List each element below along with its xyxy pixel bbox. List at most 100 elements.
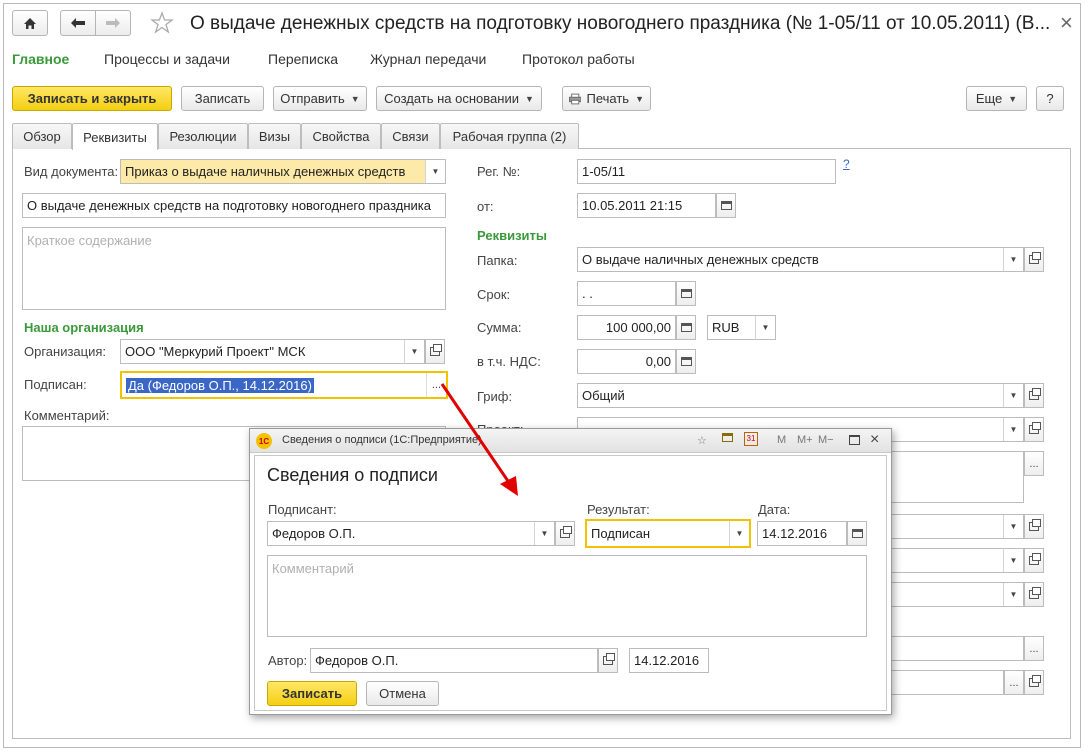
close-icon[interactable]: ×: [870, 431, 879, 449]
chevron-down-icon[interactable]: ▼: [1003, 384, 1023, 407]
reg-value: 1-05/11: [582, 164, 626, 179]
tab-requisites[interactable]: Реквизиты: [72, 123, 158, 150]
from-field[interactable]: 10.05.2011 21:15: [577, 193, 716, 218]
summary-textarea[interactable]: Краткое содержание: [22, 227, 446, 310]
forward-button[interactable]: [95, 10, 131, 36]
ellipsis-button[interactable]: ...: [1004, 670, 1024, 695]
chevron-down-icon[interactable]: ▼: [729, 521, 749, 546]
signer-value: Федоров О.П.: [272, 526, 356, 541]
maximize-icon[interactable]: [849, 435, 860, 445]
help-button[interactable]: ?: [1036, 86, 1064, 111]
memory-icon[interactable]: M: [777, 434, 786, 446]
deadline-field[interactable]: . .: [577, 281, 676, 306]
calculator-button[interactable]: [676, 349, 696, 374]
calendar-icon[interactable]: 31: [744, 432, 758, 446]
favorite-star-icon[interactable]: ☆: [697, 434, 707, 447]
more-button[interactable]: Еще ▼: [966, 86, 1027, 111]
currency-field[interactable]: RUB ▼: [707, 315, 776, 340]
dialog-cancel-button[interactable]: Отмена: [366, 681, 439, 706]
chevron-down-icon[interactable]: ▼: [1003, 248, 1023, 271]
menu-processes[interactable]: Процессы и задачи: [104, 51, 230, 67]
chevron-down-icon[interactable]: ▼: [1003, 583, 1023, 606]
open-window-icon: [1029, 553, 1041, 565]
result-field[interactable]: Подписан ▼: [585, 519, 751, 548]
deadline-label: Срок:: [477, 287, 511, 302]
window-title: О выдаче денежных средств на подготовку …: [190, 13, 1051, 34]
date-field[interactable]: 14.12.2016: [757, 521, 847, 546]
subject-value: О выдаче денежных средств на подготовку …: [27, 198, 431, 213]
open-button[interactable]: [1024, 514, 1044, 539]
home-button[interactable]: [12, 10, 48, 36]
folder-value: О выдаче наличных денежных средств: [582, 252, 819, 267]
menu-correspondence[interactable]: Переписка: [268, 51, 338, 67]
org-field[interactable]: ООО "Меркурий Проект" МСК ▼: [120, 339, 425, 364]
favorite-star-icon[interactable]: [150, 11, 174, 38]
chevron-down-icon[interactable]: ▼: [1003, 515, 1023, 538]
chevron-down-icon[interactable]: ▼: [755, 316, 775, 339]
folder-open-button[interactable]: [1024, 247, 1044, 272]
tab-properties[interactable]: Свойства: [301, 123, 381, 149]
tab-visas[interactable]: Визы: [248, 123, 301, 149]
author-open-button[interactable]: [598, 648, 618, 673]
vat-field[interactable]: 0,00: [577, 349, 676, 374]
memory-plus-icon[interactable]: M+: [797, 434, 813, 446]
chevron-down-icon[interactable]: ▼: [1003, 418, 1023, 441]
create-based-button[interactable]: Создать на основании ▼: [376, 86, 542, 111]
reg-label: Рег. №:: [477, 164, 521, 179]
grif-open-button[interactable]: [1024, 383, 1044, 408]
calendar-button[interactable]: [676, 281, 696, 306]
author-field: Федоров О.П.: [310, 648, 598, 673]
dialog-comment-placeholder: Комментарий: [272, 561, 354, 576]
signer-field[interactable]: Федоров О.П. ▼: [267, 521, 555, 546]
calculator-icon: [680, 357, 692, 366]
open-button[interactable]: [1024, 582, 1044, 607]
print-button[interactable]: Печать ▼: [562, 86, 651, 111]
reg-field[interactable]: 1-05/11: [577, 159, 836, 184]
doc-type-field[interactable]: Приказ о выдаче наличных денежных средст…: [120, 159, 446, 184]
open-button[interactable]: [1024, 670, 1044, 695]
signed-label: Подписан:: [24, 377, 87, 392]
chevron-down-icon[interactable]: ▼: [404, 340, 424, 363]
close-icon[interactable]: ×: [1060, 10, 1073, 36]
tab-workgroup[interactable]: Рабочая группа (2): [440, 123, 579, 149]
dialog-comment-textarea[interactable]: Комментарий: [267, 555, 867, 637]
calendar-button[interactable]: [716, 193, 736, 218]
deadline-value: . .: [582, 286, 593, 301]
menu-main[interactable]: Главное: [12, 51, 69, 67]
calendar-icon: [851, 529, 863, 538]
1c-logo-icon: 1C: [256, 433, 272, 449]
org-open-button[interactable]: [425, 339, 445, 364]
calendar-button[interactable]: [847, 521, 867, 546]
save-close-button[interactable]: Записать и закрыть: [12, 86, 172, 111]
tab-overview[interactable]: Обзор: [12, 123, 72, 149]
tab-resolutions[interactable]: Резолюции: [158, 123, 248, 149]
tab-links[interactable]: Связи: [381, 123, 440, 149]
signed-field[interactable]: Да (Федоров О.П., 14.12.2016) ...: [120, 371, 448, 399]
calendar-icon: [680, 289, 692, 298]
chevron-down-icon[interactable]: ▼: [1003, 549, 1023, 572]
send-button[interactable]: Отправить ▼: [273, 86, 367, 111]
ellipsis-button[interactable]: ...: [1024, 451, 1044, 476]
open-button[interactable]: [1024, 548, 1044, 573]
dialog-heading: Сведения о подписи: [267, 465, 438, 485]
folder-field[interactable]: О выдаче наличных денежных средств ▼: [577, 247, 1024, 272]
calculator-icon[interactable]: [722, 433, 733, 445]
calculator-button[interactable]: [676, 315, 696, 340]
dialog-save-button[interactable]: Записать: [267, 681, 357, 706]
back-button[interactable]: [60, 10, 96, 36]
sum-field[interactable]: 100 000,00: [577, 315, 676, 340]
send-label: Отправить: [280, 91, 345, 106]
memory-minus-icon[interactable]: M−: [818, 434, 834, 446]
menu-work-log[interactable]: Протокол работы: [522, 51, 635, 67]
ellipsis-button[interactable]: ...: [1024, 636, 1044, 661]
subject-field[interactable]: О выдаче денежных средств на подготовку …: [22, 193, 446, 218]
project-open-button[interactable]: [1024, 417, 1044, 442]
grif-field[interactable]: Общий ▼: [577, 383, 1024, 408]
menu-transfer-log[interactable]: Журнал передачи: [370, 51, 486, 67]
save-button[interactable]: Записать: [181, 86, 264, 111]
signer-open-button[interactable]: [555, 521, 575, 546]
chevron-down-icon[interactable]: ▼: [534, 522, 554, 545]
printer-icon: [569, 93, 582, 104]
chevron-down-icon[interactable]: ▼: [425, 160, 445, 183]
help-link[interactable]: ?: [843, 157, 850, 171]
